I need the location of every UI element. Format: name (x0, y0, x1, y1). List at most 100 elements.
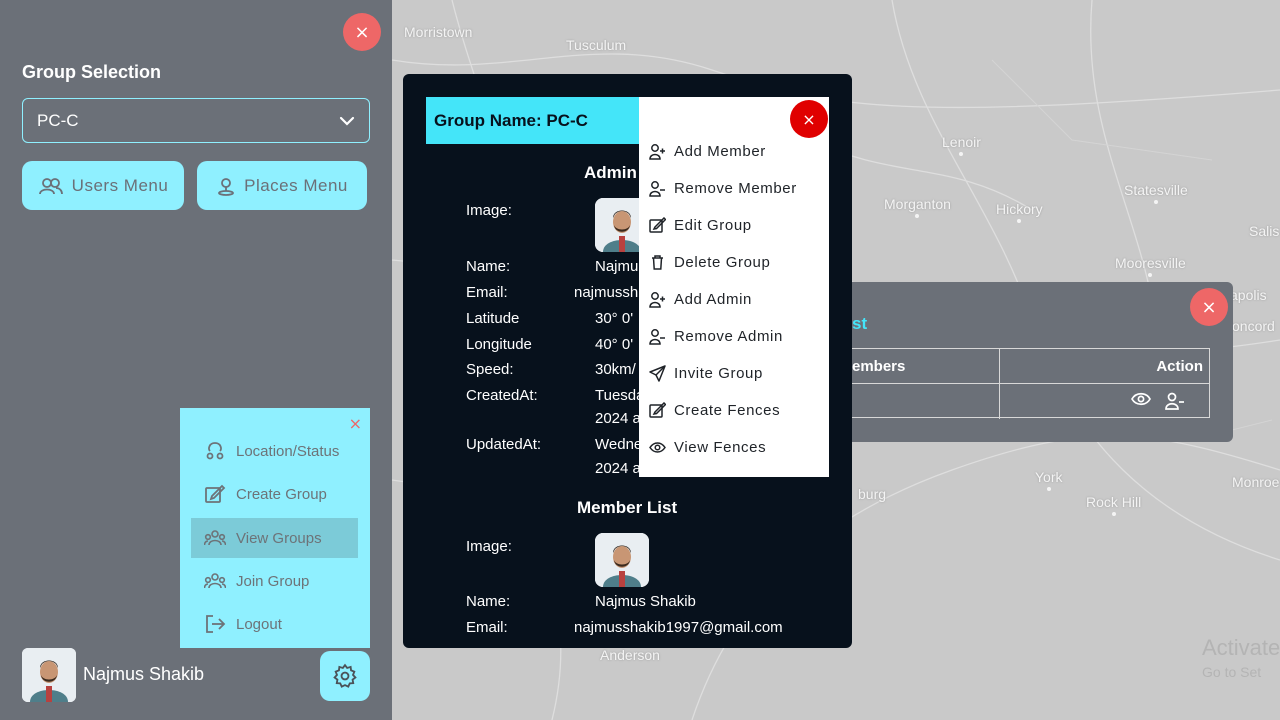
action-add-admin[interactable]: Add Admin (649, 291, 752, 308)
eye-icon[interactable] (1131, 392, 1151, 406)
admin-created-value-line2: 2024 a (595, 410, 641, 427)
user-minus-icon[interactable] (1165, 392, 1185, 410)
map-city-dot (1153, 200, 1158, 204)
map-city-label: York (1035, 469, 1063, 491)
action-add-member[interactable]: Add Member (649, 143, 766, 160)
member-avatar-photo (595, 533, 649, 587)
user-avatar[interactable] (22, 648, 76, 702)
menu-item-location-status[interactable]: Location/Status (191, 431, 358, 471)
group-select[interactable]: PC-C (22, 98, 370, 143)
menu-item-join-group[interactable]: Join Group (191, 561, 358, 601)
map-city-dot (1148, 273, 1153, 277)
col-action-header: Action (1156, 358, 1203, 375)
chevron-down-icon (339, 116, 355, 126)
map-city-dot (959, 152, 964, 156)
admin-speed-value: 30km/ (595, 361, 636, 378)
menu-item-create-group[interactable]: Create Group (191, 474, 358, 514)
member-list-title: Member List (577, 498, 678, 517)
member-image-label: Image: (466, 538, 512, 555)
admin-name-label: Name: (466, 258, 511, 275)
admin-image-label: Image: (466, 202, 512, 219)
admin-section-title: Admin (584, 163, 637, 182)
map-city-label: Hickory (996, 201, 1043, 223)
action-view-fences[interactable]: View Fences (649, 439, 766, 456)
map-city-label: Statesville (1124, 182, 1188, 204)
eye-icon (649, 442, 666, 453)
member-name-value: Najmus Shakib (595, 593, 696, 610)
admin-longitude-label: Longitude (466, 336, 532, 353)
map-city-dot (1017, 219, 1022, 223)
action-remove-member[interactable]: Remove Member (649, 180, 797, 197)
admin-email-label: Email: (466, 284, 508, 301)
menu-item-view-groups[interactable]: View Groups (191, 518, 358, 558)
admin-speed-label: Speed: (466, 361, 514, 378)
user-minus-icon (649, 329, 665, 345)
map-city-label: oncord (1232, 318, 1275, 334)
members-table: embers Action (852, 348, 1210, 419)
logout-icon (206, 615, 226, 633)
map-city-label: apolis (1230, 287, 1267, 303)
members-table-header: embers Action (852, 349, 1209, 384)
members-panel-close-button[interactable]: × (1190, 288, 1228, 326)
map-city-dot (1046, 487, 1051, 491)
map-city-label: Morristown (404, 24, 473, 40)
admin-created-value-line1: Tuesda (595, 387, 645, 404)
map-city-label: Mooresville (1115, 255, 1186, 277)
action-menu-close-button[interactable]: × (790, 100, 828, 138)
map-city-label: Rock Hill (1086, 494, 1141, 516)
activate-windows-watermark: Activate Go to Set (1202, 635, 1280, 681)
places-menu-button[interactable]: Places Menu (197, 161, 367, 210)
navigation-popup-menu: × Location/Status Create Group View Grou… (180, 408, 370, 648)
admin-updated-value-line2: 2024 a (595, 460, 641, 477)
member-email-label: Email: (466, 619, 508, 636)
admin-updated-value-line1: Wedne (595, 436, 643, 453)
send-icon (649, 365, 666, 382)
avatar-photo (22, 648, 76, 702)
group-select-value: PC-C (37, 110, 79, 130)
sidebar-close-button[interactable]: × (343, 13, 381, 51)
action-invite-group[interactable]: Invite Group (649, 365, 763, 382)
member-name-label: Name: (466, 593, 511, 610)
edit-icon (649, 217, 666, 233)
admin-name-value: Najmu (595, 258, 639, 275)
location-status-icon (206, 442, 224, 460)
map-city-label: Monroe (1232, 474, 1280, 490)
action-edit-group[interactable]: Edit Group (649, 217, 752, 234)
group-action-menu: Add Member Remove Member Edit Group Dele… (639, 97, 829, 477)
action-remove-admin[interactable]: Remove Admin (649, 328, 783, 345)
map-city-label: Tusculum (566, 37, 627, 53)
action-delete-group[interactable]: Delete Group (649, 254, 770, 271)
map-city-label: Anderson (600, 647, 660, 663)
user-plus-icon (649, 144, 665, 160)
group-selection-title: Group Selection (22, 62, 162, 82)
gear-icon (333, 663, 357, 688)
user-minus-icon (649, 181, 665, 197)
map-city-dot (1111, 512, 1116, 516)
trash-icon (652, 255, 663, 270)
admin-email-value: najmussh (574, 284, 639, 301)
member-avatar (595, 533, 649, 587)
admin-updated-label: UpdatedAt: (466, 436, 542, 453)
users-menu-button[interactable]: Users Menu (22, 161, 184, 210)
place-pin-icon (218, 177, 235, 196)
admin-longitude-value: 40° 0' (595, 336, 634, 353)
settings-button[interactable] (320, 651, 370, 701)
column-divider (999, 349, 1000, 419)
map-city-label: Lenoir (942, 134, 981, 156)
admin-latitude-label: Latitude (466, 310, 520, 327)
close-icon: × (1201, 296, 1217, 318)
groups-icon (204, 573, 226, 589)
action-create-fences[interactable]: Create Fences (649, 402, 780, 419)
groups-icon (204, 530, 226, 546)
admin-latitude-value: 30° 0' (595, 310, 634, 327)
menu-item-logout[interactable]: Logout (191, 604, 358, 644)
user-plus-icon (649, 292, 665, 308)
col-members-header: embers (852, 358, 906, 375)
edit-icon (205, 484, 226, 503)
map-city-label: burg (858, 486, 887, 502)
user-name: Najmus Shakib (83, 664, 205, 684)
close-icon: × (802, 109, 816, 129)
users-icon (38, 177, 63, 194)
map-city-label: Salis (1249, 223, 1280, 239)
map-city-dot (915, 214, 920, 218)
